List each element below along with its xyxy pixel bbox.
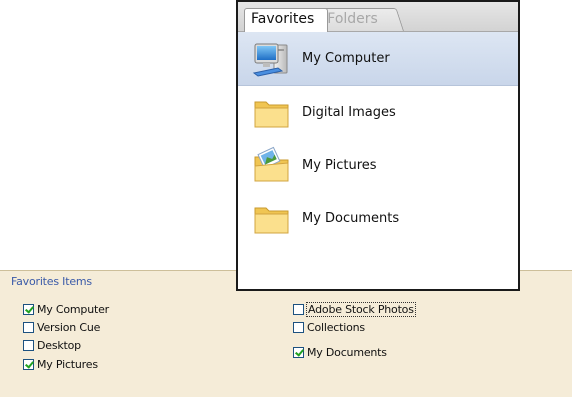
- checkbox[interactable]: [293, 322, 304, 333]
- favorite-item-label: Digital Images: [302, 105, 396, 120]
- checkbox-version-cue[interactable]: Version Cue: [23, 320, 100, 335]
- favorite-item-label: My Computer: [302, 51, 390, 66]
- favorite-item-label: My Documents: [302, 211, 400, 226]
- checkbox-adobe-stock-photos[interactable]: Adobe Stock Photos: [293, 302, 416, 317]
- tab-strip: Folders Favorites: [238, 2, 518, 32]
- checkbox-label: My Documents: [307, 346, 387, 359]
- section-divider: [0, 270, 236, 271]
- checkbox[interactable]: [293, 347, 304, 358]
- favorites-list: My Computer Digital Images My Pictures M…: [238, 32, 518, 245]
- favorite-item-label: My Pictures: [302, 158, 377, 173]
- favorite-item-digital-images[interactable]: Digital Images: [238, 86, 518, 139]
- checkbox-label: Version Cue: [37, 321, 101, 334]
- checkbox[interactable]: [293, 304, 304, 315]
- tab-favorites[interactable]: Favorites: [244, 8, 328, 32]
- folder-icon: [254, 101, 289, 127]
- checkbox[interactable]: [23, 359, 34, 370]
- checkbox-label: Desktop: [37, 339, 81, 352]
- section-title: Favorites Items: [11, 275, 92, 288]
- checkbox-label: My Computer: [37, 303, 109, 316]
- checkbox-label: Collections: [307, 321, 365, 334]
- section-divider: [520, 270, 572, 271]
- checkbox-my-pictures[interactable]: My Pictures: [23, 357, 98, 372]
- checkbox-my-computer[interactable]: My Computer: [23, 302, 109, 317]
- checkbox[interactable]: [23, 322, 34, 333]
- checkbox-desktop[interactable]: Desktop: [23, 338, 81, 353]
- favorite-item-my-documents[interactable]: My Documents: [238, 192, 518, 245]
- checkbox[interactable]: [23, 340, 34, 351]
- favorite-item-my-pictures[interactable]: My Pictures: [238, 139, 518, 192]
- favorites-panel: Folders Favorites My Computer Digital Im…: [236, 0, 520, 291]
- checkbox-my-documents[interactable]: My Documents: [293, 345, 387, 360]
- checkbox-collections[interactable]: Collections: [293, 320, 365, 335]
- tab-label: Folders: [327, 11, 378, 27]
- checkbox[interactable]: [23, 304, 34, 315]
- favorite-item-my-computer[interactable]: My Computer: [238, 32, 518, 86]
- computer-icon: [252, 43, 288, 77]
- tab-label: Favorites: [251, 11, 315, 27]
- checkbox-label: Adobe Stock Photos: [306, 302, 416, 317]
- checkbox-label: My Pictures: [37, 358, 98, 371]
- tab-folders[interactable]: Folders: [316, 8, 404, 31]
- pictures-folder-icon: [254, 146, 289, 181]
- folder-icon: [254, 207, 289, 233]
